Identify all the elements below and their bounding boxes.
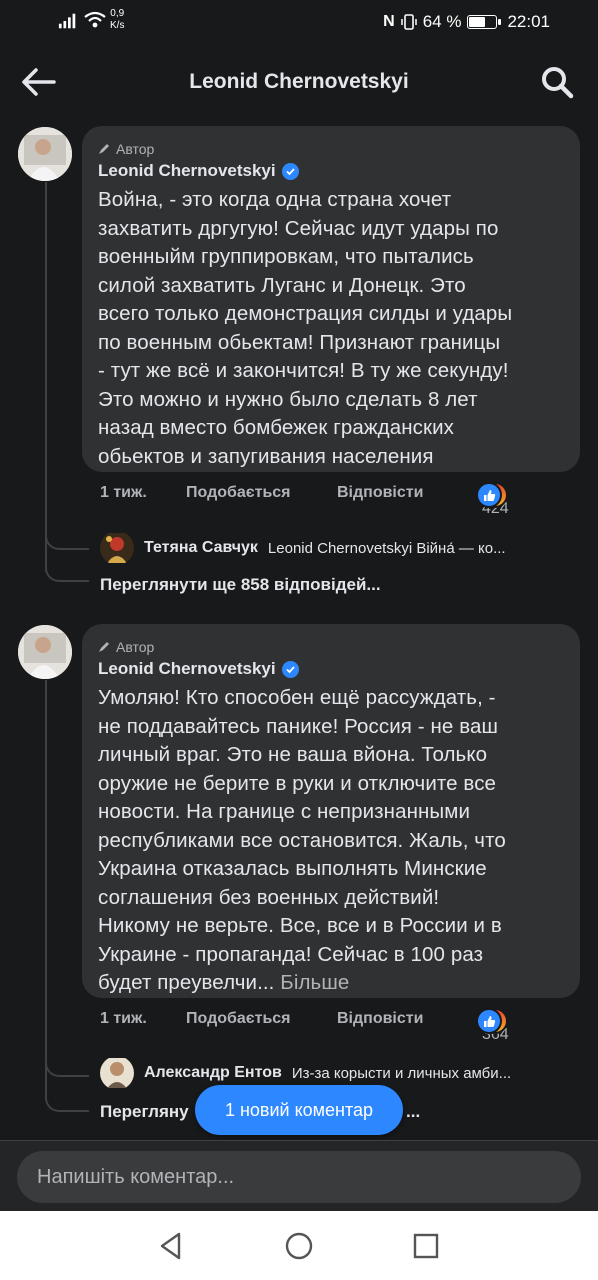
comment-time[interactable]: 1 тиж. bbox=[100, 484, 147, 502]
comment-author[interactable]: Leonid Chernovetskyi bbox=[98, 658, 564, 680]
comment-line: Война, - это когда одна страна хочет bbox=[98, 188, 452, 211]
like-button[interactable]: Подобається bbox=[186, 1010, 291, 1028]
app-header: Leonid Chernovetskyi bbox=[0, 44, 598, 120]
comment-text: Война, - это когда одна страна хочет захв… bbox=[98, 186, 564, 471]
verified-badge-icon bbox=[281, 162, 299, 180]
like-reaction-icon bbox=[476, 482, 502, 508]
reply-button[interactable]: Відповісти bbox=[337, 484, 423, 502]
comment-input[interactable] bbox=[17, 1151, 581, 1203]
verified-badge-icon bbox=[281, 660, 299, 678]
comment-line: республиками все остановится. Жаль, что bbox=[98, 828, 506, 852]
comment-author[interactable]: Leonid Chernovetskyi bbox=[98, 160, 564, 182]
home-circle-icon[interactable] bbox=[282, 1229, 316, 1263]
see-more-link[interactable]: Більше bbox=[280, 971, 349, 994]
comment-line: - тут же всё и закончится! В ту же секун… bbox=[98, 359, 509, 382]
clock: 22:01 bbox=[507, 12, 550, 31]
comment-line: всего только демонстрация силды и удары bbox=[98, 302, 513, 325]
like-button[interactable]: Подобається bbox=[186, 484, 291, 502]
comment-bubble: Автор Leonid Chernovetskyi Умоляю! Кто с… bbox=[82, 624, 580, 998]
reply-preview[interactable]: Александр Ентов Из-за корысти и личных а… bbox=[100, 1058, 580, 1088]
comment-bubble: Автор Leonid Chernovetskyi Война, - это … bbox=[82, 126, 580, 472]
system-nav-bar bbox=[0, 1211, 598, 1280]
battery-percent: 64 % bbox=[422, 12, 462, 31]
reply-avatar bbox=[100, 533, 134, 563]
signal-icon bbox=[58, 13, 76, 29]
truncated-line: будет преувелчи... bbox=[98, 971, 275, 994]
reply-avatar bbox=[100, 1058, 134, 1088]
comment-line: Никому не верьте. Все, все и в России и … bbox=[98, 914, 502, 937]
comment-line: обьектов и запугивания населения bbox=[98, 444, 434, 468]
reply-author[interactable]: Александр Ентов bbox=[144, 1064, 282, 1082]
status-bar: 0,9 K/s N 64 % 22:01 bbox=[0, 0, 598, 44]
vibrate-icon bbox=[400, 14, 417, 30]
reply-author[interactable]: Тетяна Савчук bbox=[144, 539, 258, 557]
comment-line: захватить дргугую! Сейчас идут удары по bbox=[98, 216, 499, 240]
comment-actions: 1 тиж. Подобається Відповісти 1 424 bbox=[100, 482, 509, 517]
new-comment-pill[interactable]: 1 новий коментар bbox=[195, 1085, 403, 1135]
comment-composer bbox=[0, 1140, 598, 1211]
comment-line: личный враг. Это не ваша вйона. Только bbox=[98, 743, 488, 766]
thread-connector bbox=[45, 1075, 89, 1112]
network-speed: 0,9 K/s bbox=[110, 8, 125, 31]
view-more-replies[interactable]: Переглянути ще 858 відповідей... bbox=[100, 575, 381, 595]
comment-line: Умоляю! Кто способен ещё рассуждать, - bbox=[98, 686, 496, 709]
comment-line: силой захватить Луганс и Донецк. Это bbox=[98, 273, 466, 297]
comment-line: Украине - пропаганда! Сейчас в 100 раз bbox=[98, 942, 484, 966]
author-badge: Автор bbox=[98, 140, 564, 158]
comment-actions: 1 тиж. Подобається Відповісти 1 364 bbox=[100, 1008, 509, 1043]
avatar[interactable] bbox=[18, 127, 72, 181]
comment-time[interactable]: 1 тиж. bbox=[100, 1010, 147, 1028]
pencil-icon bbox=[99, 144, 109, 154]
reply-button[interactable]: Відповісти bbox=[337, 1010, 423, 1028]
reply-preview[interactable]: Тетяна Савчук Leonid Chernovetskyi Війна… bbox=[100, 533, 570, 563]
comment-line: военныйм группировкам, что пытались bbox=[98, 245, 474, 268]
wifi-icon bbox=[84, 11, 106, 28]
comment-line: по военным обьектам! Признают границы bbox=[98, 330, 501, 354]
avatar[interactable] bbox=[18, 625, 72, 679]
page-title: Leonid Chernovetskyi bbox=[189, 70, 409, 93]
comment-line: оружие не берите в руки и отключите все bbox=[98, 771, 497, 795]
pencil-icon bbox=[99, 642, 109, 652]
thread-connector bbox=[45, 1030, 89, 1077]
comment-text: Умоляю! Кто способен ещё рассуждать, - не… bbox=[98, 684, 564, 998]
recents-square-icon[interactable] bbox=[409, 1229, 443, 1263]
view-more-replies[interactable]: Перегляну... bbox=[100, 1102, 420, 1122]
author-badge: Автор bbox=[98, 638, 564, 656]
comment-line: Украина отказалась выполнять Минские bbox=[98, 857, 487, 880]
reply-text: Из-за корысти и личных амби... bbox=[291, 1064, 512, 1082]
like-reaction-icon bbox=[476, 1008, 502, 1034]
comment-line: назад вместо бомбежек гражданских bbox=[98, 416, 454, 439]
back-triangle-icon[interactable] bbox=[154, 1229, 188, 1263]
search-icon[interactable] bbox=[538, 64, 578, 100]
comment-line: Это можно и нужно было сделать 8 лет bbox=[98, 387, 478, 411]
comment-line: соглашения без военных действий! bbox=[98, 885, 440, 909]
comment-line: не поддавайтесь панике! Россия - не ваш bbox=[98, 714, 499, 738]
battery-icon bbox=[467, 15, 502, 29]
comment-line: новости. На границе с непризнанными bbox=[98, 800, 470, 823]
reply-text: Leonid Chernovetskyi Війна́ — ко... bbox=[267, 539, 506, 557]
nfc-icon: N bbox=[383, 13, 395, 30]
thread-connector bbox=[45, 500, 89, 550]
thread-connector bbox=[45, 548, 89, 582]
